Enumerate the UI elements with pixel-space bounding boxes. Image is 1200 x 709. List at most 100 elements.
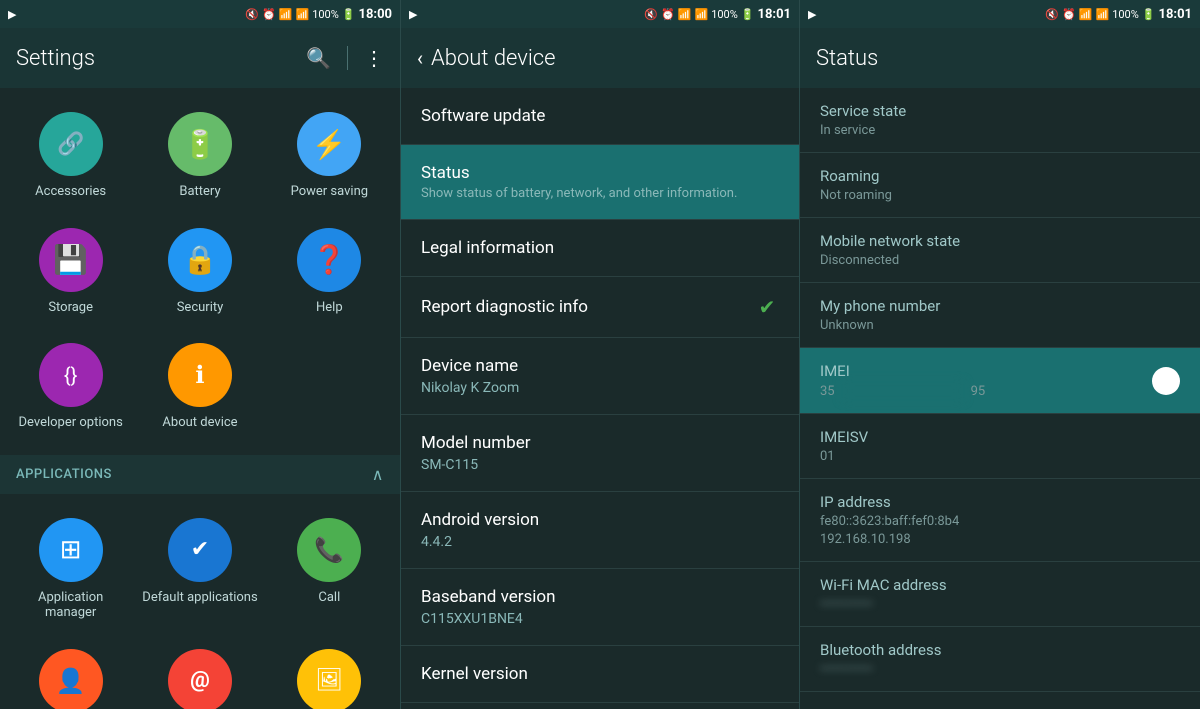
battery-icon: 🔋 (168, 112, 232, 176)
imei-content: IMEI 35 ████████████ 95 (820, 362, 985, 399)
about-list: Software update Status Show status of ba… (401, 88, 799, 709)
header-divider (347, 46, 348, 70)
imei-end: 95 (971, 384, 986, 399)
phone-number-label: My phone number (820, 297, 1180, 315)
settings-item-about[interactable]: ℹ About device (137, 331, 262, 443)
search-icon[interactable]: 🔍 (306, 46, 331, 70)
alarm-icon: ⏰ (262, 8, 276, 21)
service-state-value: In service (820, 123, 1180, 138)
about-title: About device (431, 46, 556, 71)
signal-icon-right: 📶 (1095, 8, 1109, 21)
status-item-bluetooth[interactable]: Bluetooth address •••••••••••• (800, 627, 1200, 692)
contacts-icon: 👤 (39, 649, 103, 709)
settings-item-security[interactable]: 🔒 Security (137, 216, 262, 328)
status-item-imei[interactable]: IMEI 35 ████████████ 95 (800, 348, 1200, 414)
youtube-icon: ▶ (8, 8, 16, 21)
settings-item-contacts[interactable]: 👤 Contacts (8, 637, 133, 709)
status-item-roaming[interactable]: Roaming Not roaming (800, 153, 1200, 218)
left-panel: ▶ 🔇 ⏰ 📶 📶 100% 🔋 18:00 Settings 🔍 ⋮ 🔗 Ac… (0, 0, 400, 709)
security-label: Security (177, 300, 224, 316)
settings-item-developer[interactable]: {} Developer options (8, 331, 133, 443)
settings-item-gallery[interactable]: 🖼 Gallery (267, 637, 392, 709)
back-arrow-icon[interactable]: ‹ (417, 46, 423, 70)
settings-item-storage[interactable]: 💾 Storage (8, 216, 133, 328)
about-icon: ℹ (168, 343, 232, 407)
storage-label: Storage (48, 300, 93, 316)
settings-item-help[interactable]: ❓ Help (267, 216, 392, 328)
diagnostic-checkbox[interactable]: ✔ (755, 295, 779, 319)
ip-value-1: fe80::3623:baff:fef0:8b4 (820, 514, 1180, 529)
applications-label: APPLICATIONS (16, 467, 112, 482)
about-item-software-update[interactable]: Software update (401, 88, 799, 145)
about-item-android[interactable]: Android version 4.4.2 (401, 492, 799, 569)
alarm-icon-right: ⏰ (1062, 8, 1076, 21)
battery-text-left: 100% (312, 8, 339, 21)
wifi-icon: 📶 (279, 8, 293, 21)
status-item-mobile-network[interactable]: Mobile network state Disconnected (800, 218, 1200, 283)
device-name-title: Device name (421, 356, 779, 376)
settings-item-app-manager[interactable]: ⊞ Application manager (8, 506, 133, 633)
status-item-imeisv[interactable]: IMEISV 01 (800, 414, 1200, 479)
time-right: 18:01 (1159, 7, 1193, 22)
wifi-mac-value: •••••••••••• (820, 597, 1180, 612)
more-icon[interactable]: ⋮ (364, 46, 384, 70)
settings-grid: 🔗 Accessories 🔋 Battery ⚡ Power saving 💾… (0, 88, 400, 455)
ip-value-2: 192.168.10.198 (820, 532, 1180, 547)
developer-icon: {} (39, 343, 103, 407)
settings-item-call[interactable]: 📞 Call (267, 506, 392, 633)
imei-value: 35 ████████████ 95 (820, 383, 985, 399)
about-item-kernel[interactable]: Kernel version (401, 646, 799, 703)
default-apps-icon: ✔ (168, 518, 232, 582)
settings-item-power-saving[interactable]: ⚡ Power saving (267, 100, 392, 212)
about-label: About device (162, 415, 237, 431)
imeisv-value: 01 (820, 449, 1180, 464)
android-title: Android version (421, 510, 779, 530)
battery-right: 100% (1112, 8, 1139, 21)
settings-item-battery[interactable]: 🔋 Battery (137, 100, 262, 212)
about-item-device-name[interactable]: Device name Nikolay K Zoom (401, 338, 799, 415)
imeisv-label: IMEISV (820, 428, 1180, 446)
mute-icon-mid: 🔇 (644, 8, 658, 21)
software-update-title: Software update (421, 106, 779, 126)
security-icon: 🔒 (168, 228, 232, 292)
youtube-icon-mid: ▶ (409, 8, 417, 21)
about-item-diagnostic[interactable]: Report diagnostic info ✔ (401, 277, 799, 338)
settings-item-accessories[interactable]: 🔗 Accessories (8, 100, 133, 212)
mobile-network-label: Mobile network state (820, 232, 1180, 250)
accessories-label: Accessories (35, 184, 106, 200)
roaming-value: Not roaming (820, 188, 1180, 203)
mute-icon-right: 🔇 (1045, 8, 1059, 21)
status-item-ip[interactable]: IP address fe80::3623:baff:fef0:8b4 192.… (800, 479, 1200, 562)
about-item-status[interactable]: Status Show status of battery, network, … (401, 145, 799, 220)
status-subtitle: Show status of battery, network, and oth… (421, 186, 779, 201)
app-manager-icon: ⊞ (39, 518, 103, 582)
status-bar-right: ▶ 🔇 ⏰ 📶 📶 100% 🔋 18:01 (800, 0, 1200, 28)
email-icon: @ (168, 649, 232, 709)
ip-label: IP address (820, 493, 1180, 511)
status-item-wifi-mac[interactable]: Wi-Fi MAC address •••••••••••• (800, 562, 1200, 627)
battery-icon-right: 🔋 (1142, 8, 1156, 21)
diagnostic-title: Report diagnostic info (421, 297, 588, 317)
imei-toggle[interactable] (1152, 367, 1180, 395)
youtube-icon-right: ▶ (808, 8, 816, 21)
settings-item-default-apps[interactable]: ✔ Default applications (137, 506, 262, 633)
status-item-service-state[interactable]: Service state In service (800, 88, 1200, 153)
settings-item-email[interactable]: @ Email (137, 637, 262, 709)
bluetooth-value: •••••••••••• (820, 662, 1180, 677)
accessories-icon: 🔗 (39, 112, 103, 176)
diagnostic-row: Report diagnostic info ✔ (421, 295, 779, 319)
time-left: 18:00 (359, 7, 393, 22)
app-manager-label: Application manager (12, 590, 129, 621)
status-item-phone-number[interactable]: My phone number Unknown (800, 283, 1200, 348)
signal-icon: 📶 (295, 8, 309, 21)
signal-icon-mid: 📶 (694, 8, 708, 21)
call-label: Call (318, 590, 340, 606)
middle-panel: ▶ 🔇 ⏰ 📶 📶 100% 🔋 18:01 ‹ About device So… (400, 0, 800, 709)
section-chevron-icon[interactable]: ∧ (372, 465, 384, 484)
about-item-legal[interactable]: Legal information (401, 220, 799, 277)
battery-mid: 100% (711, 8, 738, 21)
time-middle: 18:01 (758, 7, 792, 22)
about-item-baseband[interactable]: Baseband version C115XXU1BNE4 (401, 569, 799, 646)
wifi-icon-mid: 📶 (678, 8, 692, 21)
about-item-model[interactable]: Model number SM-C115 (401, 415, 799, 492)
